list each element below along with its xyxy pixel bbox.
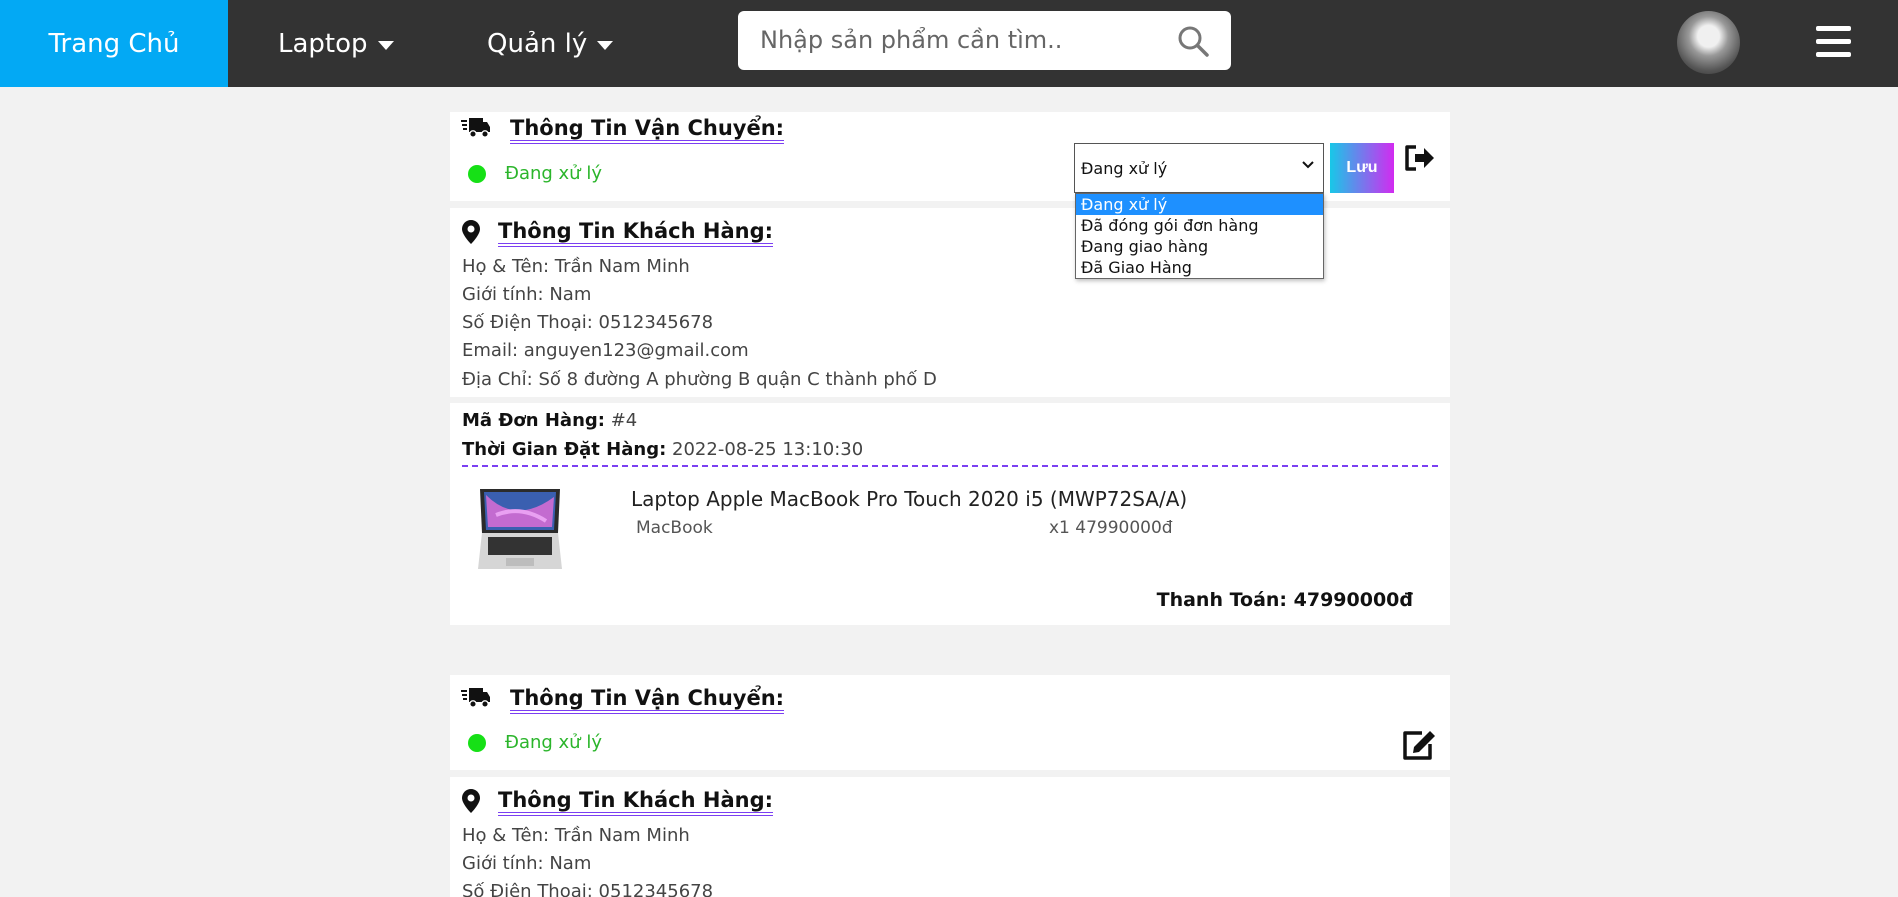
customer-info-card: Thông Tin Khách Hàng: Họ & Tên: Trần Nam… <box>450 777 1450 897</box>
caret-down-icon <box>377 40 394 50</box>
customer-email: Email: anguyen123@gmail.com <box>462 340 749 361</box>
nav-laptop-label: Laptop <box>278 28 368 59</box>
product-qty-price: x1 47990000đ <box>1049 518 1173 538</box>
status-text: Đang xử lý <box>505 732 602 753</box>
status-indicator <box>468 734 486 752</box>
top-navbar: Trang Chủ Laptop Quản lý <box>0 0 1898 87</box>
customer-gender: Giới tính: Nam <box>462 853 592 874</box>
nav-manage-dropdown[interactable]: Quản lý <box>487 0 614 87</box>
divider <box>462 465 1438 467</box>
order-code-row: Mã Đơn Hàng: #4 <box>462 410 637 432</box>
chevron-down-icon <box>1302 161 1314 169</box>
product-image[interactable] <box>476 485 562 573</box>
customer-title: Thông Tin Khách Hàng: <box>498 788 774 816</box>
status-option[interactable]: Đang xử lý <box>1076 194 1323 215</box>
order-total: Thanh Toán: 47990000đ <box>1156 589 1413 611</box>
caret-down-icon <box>597 40 614 50</box>
search-icon[interactable] <box>1177 25 1209 57</box>
customer-phone: Số Điện Thoại: 0512345678 <box>462 312 714 333</box>
product-name[interactable]: Laptop Apple MacBook Pro Touch 2020 i5 (… <box>631 487 1187 511</box>
search-input[interactable] <box>760 21 1160 59</box>
map-marker-icon <box>462 789 480 813</box>
customer-phone: Số Điện Thoại: 0512345678 <box>462 881 714 897</box>
truck-icon <box>461 688 490 708</box>
user-avatar[interactable] <box>1677 11 1740 74</box>
customer-name: Họ & Tên: Trần Nam Minh <box>462 825 690 846</box>
search-bar <box>738 11 1231 70</box>
nav-manage-label: Quản lý <box>487 28 588 59</box>
order-code-value: #4 <box>610 410 638 431</box>
status-text: Đang xử lý <box>505 163 602 184</box>
customer-address: Địa Chỉ: Số 8 đường A phường B quận C th… <box>462 369 937 390</box>
shipping-info-card: Thông Tin Vận Chuyển: Đang xử lý <box>450 675 1450 770</box>
map-marker-icon <box>462 220 480 244</box>
product-category: MacBook <box>636 518 713 538</box>
status-option[interactable]: Đã đóng gói đơn hàng <box>1076 215 1323 236</box>
customer-title: Thông Tin Khách Hàng: <box>498 219 774 247</box>
status-option[interactable]: Đã Giao Hàng <box>1076 257 1323 278</box>
order-time-value: 2022-08-25 13:10:30 <box>672 439 864 460</box>
edit-icon[interactable] <box>1400 728 1438 762</box>
status-indicator <box>468 165 486 183</box>
order-details-card: Mã Đơn Hàng: #4 Thời Gian Đặt Hàng: 2022… <box>450 403 1450 625</box>
status-select[interactable]: Đang xử lý <box>1074 143 1324 193</box>
status-dropdown-list: Đang xử lý Đã đóng gói đơn hàng Đang gia… <box>1075 193 1324 279</box>
hamburger-menu-icon[interactable] <box>1816 26 1851 58</box>
customer-gender: Giới tính: Nam <box>462 284 592 305</box>
order-code-label: Mã Đơn Hàng: <box>462 410 605 431</box>
nav-home-link[interactable]: Trang Chủ <box>0 0 228 87</box>
customer-name: Họ & Tên: Trần Nam Minh <box>462 256 690 277</box>
save-button[interactable]: Lưu <box>1330 143 1394 193</box>
truck-icon <box>461 118 490 138</box>
sign-out-icon[interactable] <box>1404 144 1436 172</box>
status-option[interactable]: Đang giao hàng <box>1076 236 1323 257</box>
order-time-row: Thời Gian Đặt Hàng: 2022-08-25 13:10:30 <box>462 439 863 461</box>
nav-laptop-dropdown[interactable]: Laptop <box>278 0 394 87</box>
order-time-label: Thời Gian Đặt Hàng: <box>462 439 667 460</box>
shipping-title: Thông Tin Vận Chuyển: <box>510 686 785 714</box>
status-select-value: Đang xử lý <box>1081 158 1168 178</box>
shipping-title: Thông Tin Vận Chuyển: <box>510 116 785 144</box>
